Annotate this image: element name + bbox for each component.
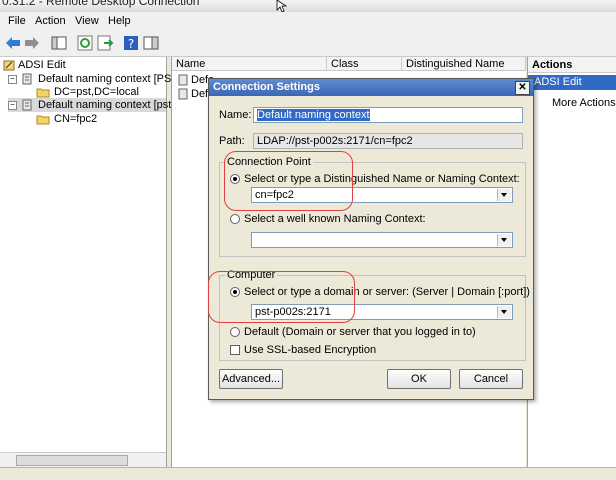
ok-button[interactable]: OK [387,369,451,389]
tree-pane: ADSI Edit − Default naming context [PST-… [0,57,195,467]
folder-icon [36,115,50,125]
column-header-distinguished-name[interactable]: Distinguished Name [402,57,526,71]
actions-selected-section[interactable]: ADSI Edit [528,75,616,90]
name-field[interactable]: Default naming context [253,107,523,123]
default-server-option-label: Default (Domain or server that you logge… [244,326,476,338]
name-field-value: Default naming context [257,109,370,121]
chevron-down-icon[interactable] [497,306,511,318]
dn-radio[interactable] [230,174,240,184]
server-combobox[interactable]: pst-p002s:2171 [251,304,513,320]
column-header-name[interactable]: Name [172,57,327,71]
adsi-edit-icon [3,60,15,71]
tree-item-label: Default naming context [pst-p0 [38,99,188,111]
connection-settings-dialog: Connection Settings ✕ Name: Default nami… [208,78,534,400]
folder-icon [36,88,50,98]
naming-context-icon [178,88,188,100]
ssl-checkbox-label: Use SSL-based Encryption [244,344,377,356]
server-combobox-value: pst-p002s:2171 [255,306,331,318]
known-context-option-label: Select a well known Naming Context: [244,213,426,225]
cancel-button[interactable]: Cancel [459,369,523,389]
dn-combobox[interactable]: cn=fpc2 [251,187,513,203]
tree-item-naming-context-2[interactable]: − Default naming context [pst-p0 [8,98,187,112]
status-bar [0,467,616,480]
help-icon[interactable]: ? [122,34,140,52]
scroll-thumb[interactable] [16,455,128,466]
naming-context-icon [22,73,32,85]
show-hide-action-pane-icon[interactable] [142,34,160,52]
forward-arrow-icon[interactable] [23,34,41,52]
computer-label: Computer [225,269,278,281]
known-context-combobox[interactable] [251,232,513,248]
naming-context-icon [22,99,32,111]
menu-help[interactable]: Help [108,15,131,27]
tree-horizontal-scrollbar[interactable] [0,452,166,467]
path-label: Path: [219,135,245,147]
dialog-title: Connection Settings [213,81,320,93]
collapse-icon[interactable]: − [8,75,17,84]
export-list-icon[interactable] [96,34,114,52]
menu-action[interactable]: Action [35,15,66,27]
collapse-icon[interactable]: − [8,101,17,110]
column-header-class[interactable]: Class [327,57,402,71]
back-arrow-icon[interactable] [4,34,22,52]
dn-option-label: Select or type a Distinguished Name or N… [244,173,520,185]
server-option-label: Select or type a domain or server: (Serv… [244,286,530,298]
chevron-down-icon[interactable] [497,234,511,246]
tree-item-label: CN=fpc2 [54,113,98,125]
naming-context-icon [178,74,188,86]
svg-text:?: ? [128,37,134,51]
dialog-title-bar: Connection Settings ✕ [209,79,533,96]
close-icon[interactable]: ✕ [515,81,530,95]
known-context-radio[interactable] [230,214,240,224]
more-actions-link[interactable]: More Actions [552,97,616,109]
refresh-icon[interactable] [76,34,94,52]
menu-file[interactable]: File [8,15,26,27]
ssl-checkbox[interactable] [230,345,240,355]
actions-header: Actions [528,57,616,73]
server-radio[interactable] [230,287,240,297]
toolbar: ? [0,30,616,57]
tree-root-label: ADSI Edit [18,59,66,71]
mouse-cursor-icon [276,0,288,12]
path-field: LDAP://pst-p002s:2171/cn=fpc2 [253,133,523,149]
show-hide-tree-icon[interactable] [50,34,68,52]
actions-pane: Actions ADSI Edit More Actions [527,57,616,467]
chevron-down-icon[interactable] [497,189,511,201]
advanced-button[interactable]: Advanced... [219,369,283,389]
connection-point-label: Connection Point [225,156,313,168]
dn-combobox-value: cn=fpc2 [255,189,294,201]
menu-bar: File Action View Help [0,12,616,30]
default-server-radio[interactable] [230,327,240,337]
window-title: 0.31.2 - Remote Desktop Connection [2,0,200,8]
name-label: Name: [219,109,252,121]
tree-item-label: DC=pst,DC=local [54,86,139,98]
menu-view[interactable]: View [75,15,99,27]
